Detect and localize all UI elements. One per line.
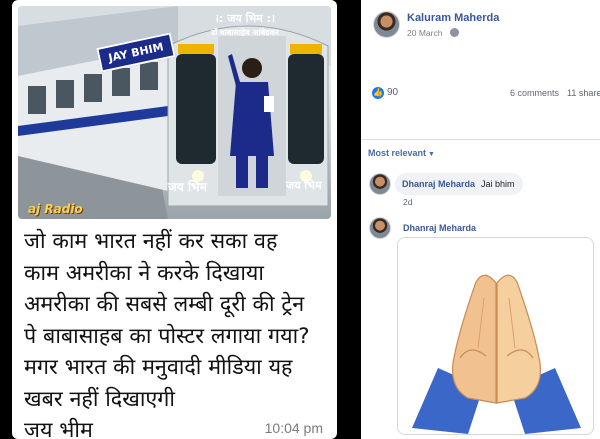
photo-header-line1: ।: जय भिम :। [214, 12, 276, 25]
message-line: काम अमरीका ने करके दिखाया [24, 260, 264, 286]
message-photo[interactable]: ।: जय भिम :। डॉ बाबासाहेब आंबेडकर JAY BH… [18, 6, 331, 219]
chat-message-bubble[interactable]: ।: जय भिम :। डॉ बाबासाहेब आंबेडकर JAY BH… [12, 0, 337, 439]
comment-sort-label: Most relevant [368, 148, 427, 158]
shares-count[interactable]: 11 shares [567, 88, 600, 98]
comments-count[interactable]: 6 comments [510, 88, 559, 98]
message-line: जो काम भारत नहीं कर सका वह [24, 229, 278, 254]
chevron-down-icon: ▼ [428, 151, 435, 158]
message-line: खबर नहीं दिखाएगी [24, 386, 175, 412]
facebook-post-panel: Kaluram Maherda 20 March 👍 90 6 comments… [361, 0, 600, 439]
comment-time[interactable]: 2d [403, 197, 412, 207]
comment-text: Jai bhim [481, 179, 515, 189]
avatar[interactable] [369, 217, 391, 239]
message-line: पे बाबासाहब का पोस्टर लगाया गया? [24, 323, 310, 349]
photo-header-line2: डॉ बाबासाहेब आंबेडकर [211, 28, 279, 37]
avatar[interactable] [373, 11, 400, 38]
avatar[interactable] [369, 173, 391, 195]
photo-front-text-right: जय भिम [286, 179, 322, 192]
message-timestamp: 10:04 pm [264, 420, 323, 436]
comment-sticker[interactable] [397, 237, 594, 435]
comment-author[interactable]: Dhanraj Meharda [403, 223, 476, 233]
photo-watermark: aj Radio [28, 202, 83, 216]
folded-hands-icon [412, 274, 581, 434]
comment-sort-dropdown[interactable]: Most relevant ▼ [368, 148, 435, 158]
like-icon: 👍 [372, 87, 384, 99]
divider [361, 139, 600, 140]
reaction-count[interactable]: 90 [387, 87, 398, 98]
post-date[interactable]: 20 March [407, 28, 442, 38]
message-line: अमरीका की सबसे लम्बी दूरी की ट्रेन [24, 292, 305, 317]
globe-icon [450, 28, 459, 37]
message-text: जो काम भारत नहीं कर सका वह काम अमरीका ने… [24, 226, 329, 439]
comment-author[interactable]: Dhanraj Meharda [402, 179, 475, 189]
message-line: मगर भारत की मनुवादी मीडिया यह [24, 355, 293, 380]
photo-front-text-left: जय भिम [168, 180, 207, 194]
photo-header-text: ।: जय भिम :। डॉ बाबासाहेब आंबेडकर [170, 12, 320, 42]
post-author[interactable]: Kaluram Maherda [407, 12, 499, 24]
